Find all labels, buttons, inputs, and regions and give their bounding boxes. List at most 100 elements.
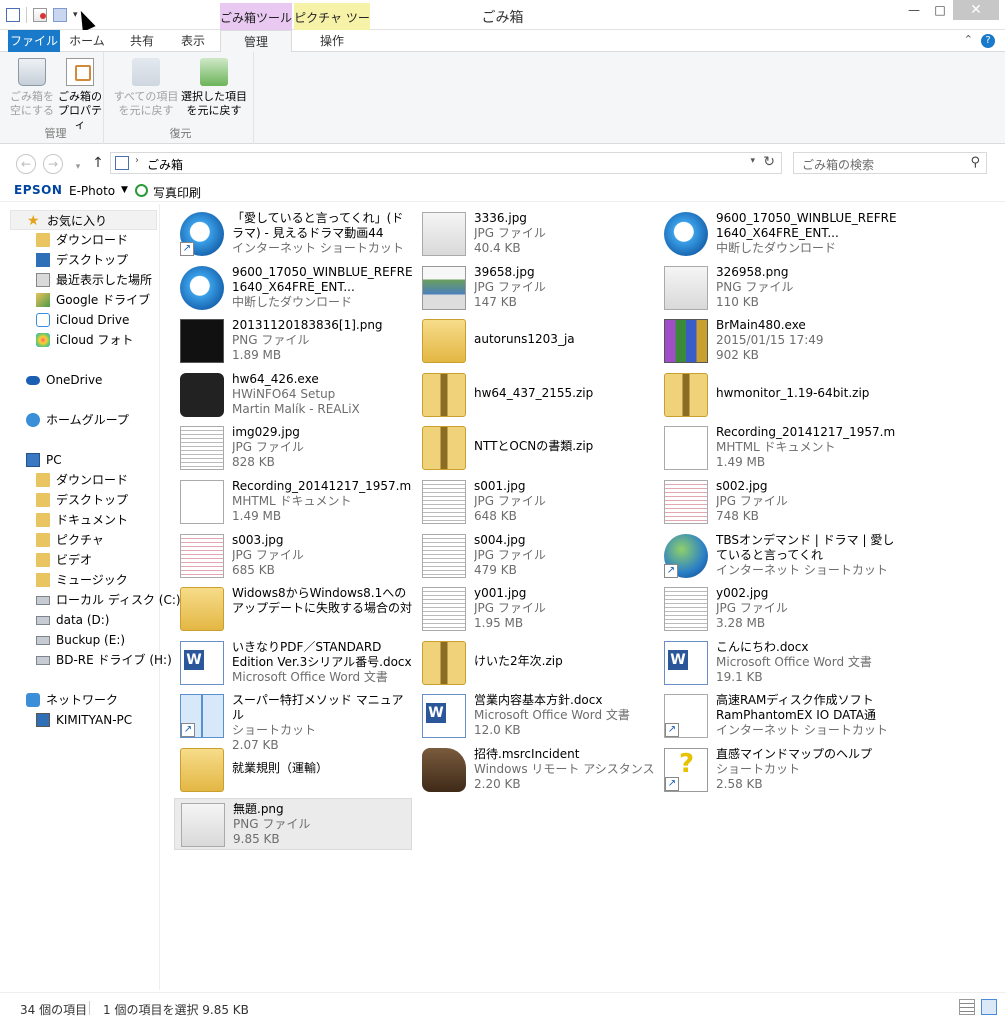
tab-view[interactable]: 表示 (170, 30, 216, 52)
document-scan-icon (180, 426, 224, 470)
tab-operations[interactable]: 操作 (294, 30, 370, 52)
file-type: 中断したダウンロード (232, 295, 353, 309)
up-button[interactable]: ↑ (88, 154, 108, 174)
file-item[interactable]: こんにちわ.docxMicrosoft Office Word 文書19.1 K… (658, 637, 896, 689)
file-item[interactable]: ↗ スーパー特打メソッド マニュアル ショートカット 2.07 KB (174, 690, 412, 752)
file-item[interactable]: y001.jpg JPG ファイル 1.95 MB (416, 583, 654, 635)
file-item[interactable]: autoruns1203_ja (416, 315, 654, 367)
homegroup-icon (26, 413, 40, 427)
document-scan-pink-icon (664, 480, 708, 524)
file-item[interactable]: Recording_20141217_1957.mht MHTML ドキュメント 1… (174, 476, 412, 528)
details-view-icon[interactable] (959, 999, 975, 1015)
image-thumbnail-icon (181, 803, 225, 847)
file-item[interactable]: いきなりPDF／STANDARD Edition Ver.3シリアル番号.doc… (174, 637, 412, 689)
e-photo-button[interactable]: E-Photo (69, 184, 115, 198)
file-name: 「愛していると言ってくれ」(ドラマ) - 見えるドラマ動画44 (232, 211, 404, 240)
file-item[interactable]: NTTとOCNの書類.zip (416, 422, 654, 474)
file-item[interactable]: s004.jpg JPG ファイル 479 KB (416, 530, 654, 582)
file-item[interactable]: 39658.jpg JPG ファイル 147 KB (416, 262, 654, 314)
file-item[interactable]: s003.jpg JPG ファイル 685 KB (174, 530, 412, 582)
internet-explorer-icon (664, 212, 708, 256)
file-name: 高速RAMディスク作成ソフト RamPhantomEX IO DATA通販... (716, 693, 876, 722)
tab-manage[interactable]: 管理 (220, 30, 292, 53)
chevron-down-icon[interactable]: ▾ (750, 156, 755, 166)
blank-document-icon (664, 426, 708, 470)
chevron-down-icon[interactable]: ▼ (121, 185, 128, 195)
file-item-text: 9600_17050_WINBLUE_REFRESH_140317-1640_X… (232, 265, 412, 310)
breadcrumb-chevron-icon[interactable]: › (135, 155, 139, 166)
file-item[interactable]: 無題.png PNG ファイル 9.85 KB (174, 798, 412, 850)
word-document-icon (664, 641, 708, 685)
file-item[interactable]: 9600_17050_WINBLUE_REFRESH_140317-1640_X… (658, 208, 896, 260)
window-title: ごみ箱 (481, 10, 524, 26)
file-item[interactable]: y002.jpg JPG ファイル 3.28 MB (658, 583, 896, 635)
globe-shortcut-icon: ↗ (664, 534, 708, 578)
address-bar[interactable]: › ごみ箱 ▾ ↻ (110, 152, 782, 174)
search-icon[interactable]: ⚲ (970, 155, 980, 170)
file-name: hwmonitor_1.19-64bit.zip (716, 386, 870, 400)
file-detail: 1.49 MB (716, 455, 766, 469)
collapse-ribbon-icon[interactable]: ⌃ (964, 33, 973, 46)
close-button[interactable]: ✕ (953, 0, 999, 20)
back-button[interactable]: ← (16, 154, 36, 174)
file-item[interactable]: hwmonitor_1.19-64bit.zip (658, 369, 896, 421)
maximize-button[interactable]: □ (927, 0, 953, 20)
file-type: Microsoft Office Word 文書 (474, 708, 630, 722)
file-item[interactable]: 20131120183836[1].png PNG ファイル 1.89 MB (174, 315, 412, 367)
file-item[interactable]: Recording_20141217_1957.mht MHTML ドキュメント 1… (658, 422, 896, 474)
forward-button[interactable]: → (43, 154, 63, 174)
file-name: 直感マインドマップのヘルプ (716, 747, 873, 761)
file-item[interactable]: けいた2年次.zip (416, 637, 654, 689)
print-photo-icon (135, 184, 148, 197)
file-name: こんにちわ.docx (716, 640, 809, 654)
file-item[interactable]: 営業内容基本方針.docxMicrosoft Office Word 文書12.… (416, 690, 654, 742)
zip-folder-icon (664, 373, 708, 417)
file-item[interactable]: 招待.msrcIncidentWindows リモート アシスタンスの招待2.2… (416, 744, 654, 796)
help-icon[interactable]: ? (981, 34, 995, 48)
empty-recycle-bin-button[interactable]: ごみ箱を 空にする (8, 58, 56, 118)
file-item-text: y001.jpg JPG ファイル 1.95 MB (474, 586, 654, 631)
file-item[interactable]: 3336.jpg JPG ファイル 40.4 KB (416, 208, 654, 260)
file-type: 2015/01/15 17:49 (716, 333, 824, 347)
file-name: s002.jpg (716, 479, 768, 493)
ribbon: ごみ箱を 空にする ごみ箱の プロパティ 管理 すべての項目 を元に戻す 選択し… (0, 52, 1005, 144)
breadcrumb[interactable]: ごみ箱 (147, 156, 183, 173)
file-item[interactable]: hw64_437_2155.zip (416, 369, 654, 421)
search-input[interactable]: ごみ箱の検索 ⚲ (793, 152, 987, 174)
file-item[interactable]: s002.jpg JPG ファイル 748 KB (658, 476, 896, 528)
properties-icon[interactable] (33, 8, 47, 22)
recent-locations-button[interactable]: ▾ (68, 158, 88, 178)
large-icons-view-icon[interactable] (981, 999, 997, 1015)
file-item[interactable]: s001.jpg JPG ファイル 648 KB (416, 476, 654, 528)
file-item[interactable]: 326958.png PNG ファイル 110 KB (658, 262, 896, 314)
nav-item-favorites[interactable]: ★ お気に入り (10, 210, 157, 230)
file-item[interactable]: 就業規則（運輸） (174, 744, 412, 796)
recycle-bin-properties-button[interactable]: ごみ箱の プロパティ (56, 58, 104, 132)
file-item[interactable]: BrMain480.exe 2015/01/15 17:49 902 KB (658, 315, 896, 367)
tab-home[interactable]: ホーム (64, 30, 110, 52)
new-folder-icon[interactable] (53, 8, 67, 22)
file-item[interactable]: ↗ 直感マインドマップのヘルプショートカット2.58 KB (658, 744, 896, 796)
refresh-icon[interactable]: ↻ (763, 154, 775, 170)
file-item[interactable]: Widows8からWindows8.1へのアップデートに失敗する場合の対処方 (174, 583, 412, 635)
document-scan-icon (664, 587, 708, 631)
toolbar-divider (26, 7, 27, 23)
file-item[interactable]: ↗ 高速RAMディスク作成ソフト RamPhantomEX IO DATA通販..… (658, 690, 896, 742)
restore-all-button[interactable]: すべての項目 を元に戻す (112, 58, 180, 118)
restore-selected-button[interactable]: 選択した項目 を元に戻す (180, 58, 248, 118)
print-photo-button[interactable]: 写真印刷 (153, 184, 201, 201)
file-item-text: s002.jpg JPG ファイル 748 KB (716, 479, 896, 524)
tab-share[interactable]: 共有 (118, 30, 166, 52)
computer-icon (36, 713, 50, 727)
minimize-button[interactable]: — (901, 0, 927, 20)
shortcut-arrow-icon: ↗ (180, 242, 194, 256)
nav-item-label: ホームグループ (46, 413, 129, 427)
file-item[interactable]: img029.jpg JPG ファイル 828 KB (174, 422, 412, 474)
file-item[interactable]: hw64_426.exe HWiNFO64 Setup Martin Malík -… (174, 369, 412, 421)
system-menu-icon[interactable] (6, 8, 20, 22)
file-item[interactable]: 9600_17050_WINBLUE_REFRESH_140317-1640_X… (174, 262, 412, 314)
file-name: autoruns1203_ja (474, 332, 575, 346)
file-item[interactable]: ↗ TBSオンデマンド | ドラマ | 愛していると言ってくれ インターネット ショ… (658, 530, 896, 582)
tab-file[interactable]: ファイル (8, 30, 60, 52)
file-item[interactable]: ↗ 「愛していると言ってくれ」(ドラマ) - 見えるドラマ動画44 インターネット … (174, 208, 412, 260)
